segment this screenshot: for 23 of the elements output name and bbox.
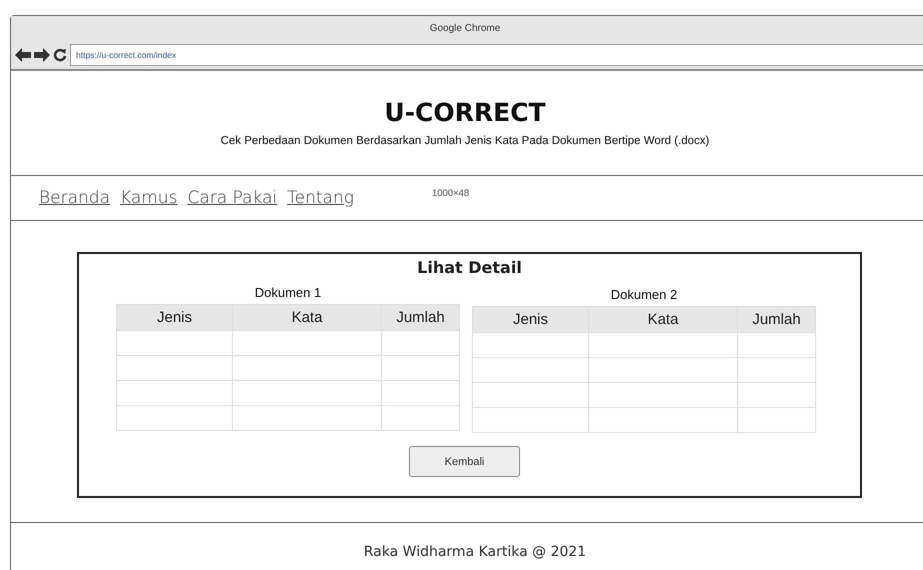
panel-title: Lihat Detail [417,258,522,277]
column-header: Jumlah [382,304,460,330]
column-header: Jumlah [738,306,816,332]
size-note: 1000×48 [432,188,470,198]
table-caption: Dokumen 1 [254,285,322,300]
window-title: Google Chrome [430,23,500,34]
column-header: Kata [588,306,738,332]
nav-link[interactable]: Beranda [39,188,110,208]
column-header: Jenis [116,304,232,330]
back-arrow-icon[interactable] [15,48,31,62]
nav-link[interactable]: Tentang [287,188,354,208]
site-title: U-CORRECT [384,98,546,127]
reload-icon[interactable] [53,48,67,62]
column-header: Kata [232,304,382,330]
nav-link[interactable]: Kamus [120,188,178,208]
table-caption: Dokumen 2 [610,287,678,302]
nav-link[interactable]: Cara Pakai [187,188,278,208]
footer-text: Raka Widharma Kartika @ 2021 [364,544,586,562]
column-header: Jenis [472,306,588,332]
back-button[interactable]: Kembali [409,446,520,477]
site-subtitle: Cek Perbedaan Dokumen Berdasarkan Jumlah Jenis Kata Pada Dokumen Bertipe Word (.docx) [220,135,710,147]
forward-arrow-icon[interactable] [34,48,50,62]
address-bar[interactable]: https://u-correct.com/index [70,44,923,66]
